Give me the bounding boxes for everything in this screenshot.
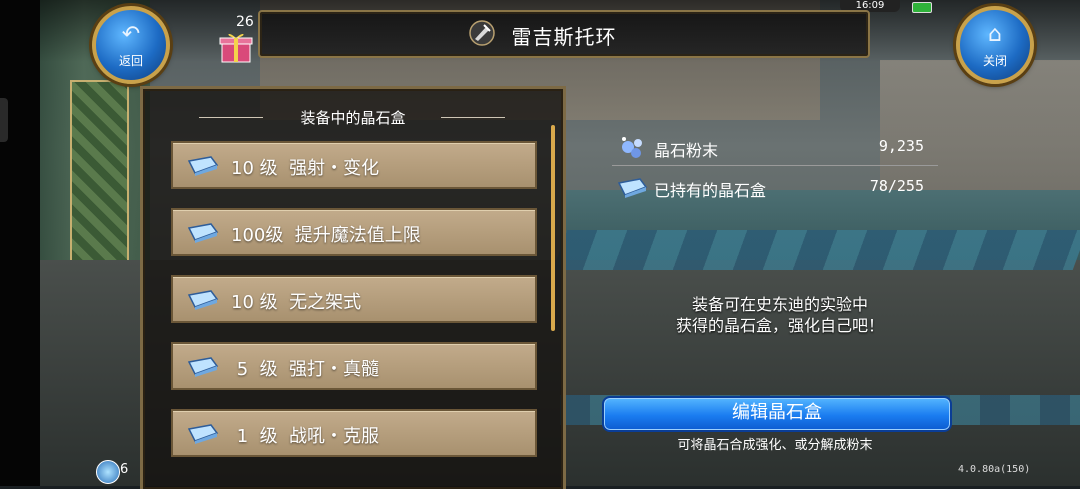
player-level: 26 (236, 14, 254, 30)
crystal-box-item[interactable]: 5 级 强打・真髓 (171, 342, 537, 390)
close-button[interactable]: ⌂ 关闭 (956, 6, 1034, 84)
crystal-box-label: 5 级 强打・真髓 (231, 359, 380, 380)
screen-edge (0, 0, 40, 486)
crystal-box-icon (187, 424, 219, 444)
gift-icon[interactable] (218, 30, 254, 64)
crystal-box-icon (617, 178, 648, 198)
crystal-box-label: 1 级 战吼・克服 (231, 426, 380, 447)
crystal-powder-label: 晶石粉末 (654, 141, 719, 160)
owned-boxes-value: 78/255 (869, 177, 924, 195)
back-button[interactable]: ↶ 返回 (92, 6, 170, 84)
version-label: 4.0.80a(150) (958, 464, 1031, 475)
back-arrow-icon: ↶ (121, 22, 141, 47)
hint-line-2: 获得的晶石盒，强化自己吧！ (675, 316, 884, 335)
crystal-powder-value: 9,235 (878, 137, 924, 155)
edit-crystal-box-button[interactable]: 编辑晶石盒 (602, 396, 952, 432)
close-label: 关闭 (982, 54, 1007, 68)
crystal-box-icon (187, 223, 219, 243)
background-rug (552, 230, 1080, 270)
crystal-box-icon (187, 357, 219, 377)
equipped-crystal-panel: 装备中的晶石盒 10 级 强射・变化 100级 提升魔法值上限 10 级 无之架… (140, 86, 566, 489)
owned-boxes-label: 已持有的晶石盒 (654, 181, 767, 200)
chat-icon[interactable] (96, 460, 120, 484)
info-divider (612, 165, 938, 166)
background-banner (70, 80, 129, 274)
chat-count: 6 (120, 462, 129, 477)
screen-notch (0, 98, 8, 142)
title-plate: 雷吉斯托环 (258, 10, 870, 58)
home-icon: ⌂ (988, 22, 1002, 47)
crystal-box-item[interactable]: 100级 提升魔法值上限 (171, 208, 537, 256)
crystal-box-item[interactable]: 10 级 强射・变化 (171, 141, 537, 189)
edit-hint: 可将晶石合成强化、或分解成粉末 (677, 438, 873, 453)
crystal-box-item[interactable]: 10 级 无之架式 (171, 275, 537, 323)
crystal-box-icon (187, 290, 219, 310)
crystal-powder-icon (622, 137, 642, 158)
panel-scrollbar[interactable] (551, 125, 555, 331)
crystal-box-label: 100级 提升魔法值上限 (231, 225, 421, 246)
page-title: 雷吉斯托环 (511, 25, 617, 49)
crystal-powder-row: 晶石粉末 9,235 (612, 131, 938, 163)
back-label: 返回 (118, 54, 143, 68)
crystal-box-label: 10 级 无之架式 (231, 292, 362, 313)
crystal-box-icon (187, 156, 219, 176)
crystal-box-label: 10 级 强射・变化 (231, 158, 380, 179)
battery-icon (912, 2, 932, 13)
title-divider-right (441, 117, 505, 118)
owned-boxes-row: 已持有的晶石盒 78/255 (612, 171, 938, 203)
crystal-box-item[interactable]: 1 级 战吼・克服 (171, 409, 537, 457)
